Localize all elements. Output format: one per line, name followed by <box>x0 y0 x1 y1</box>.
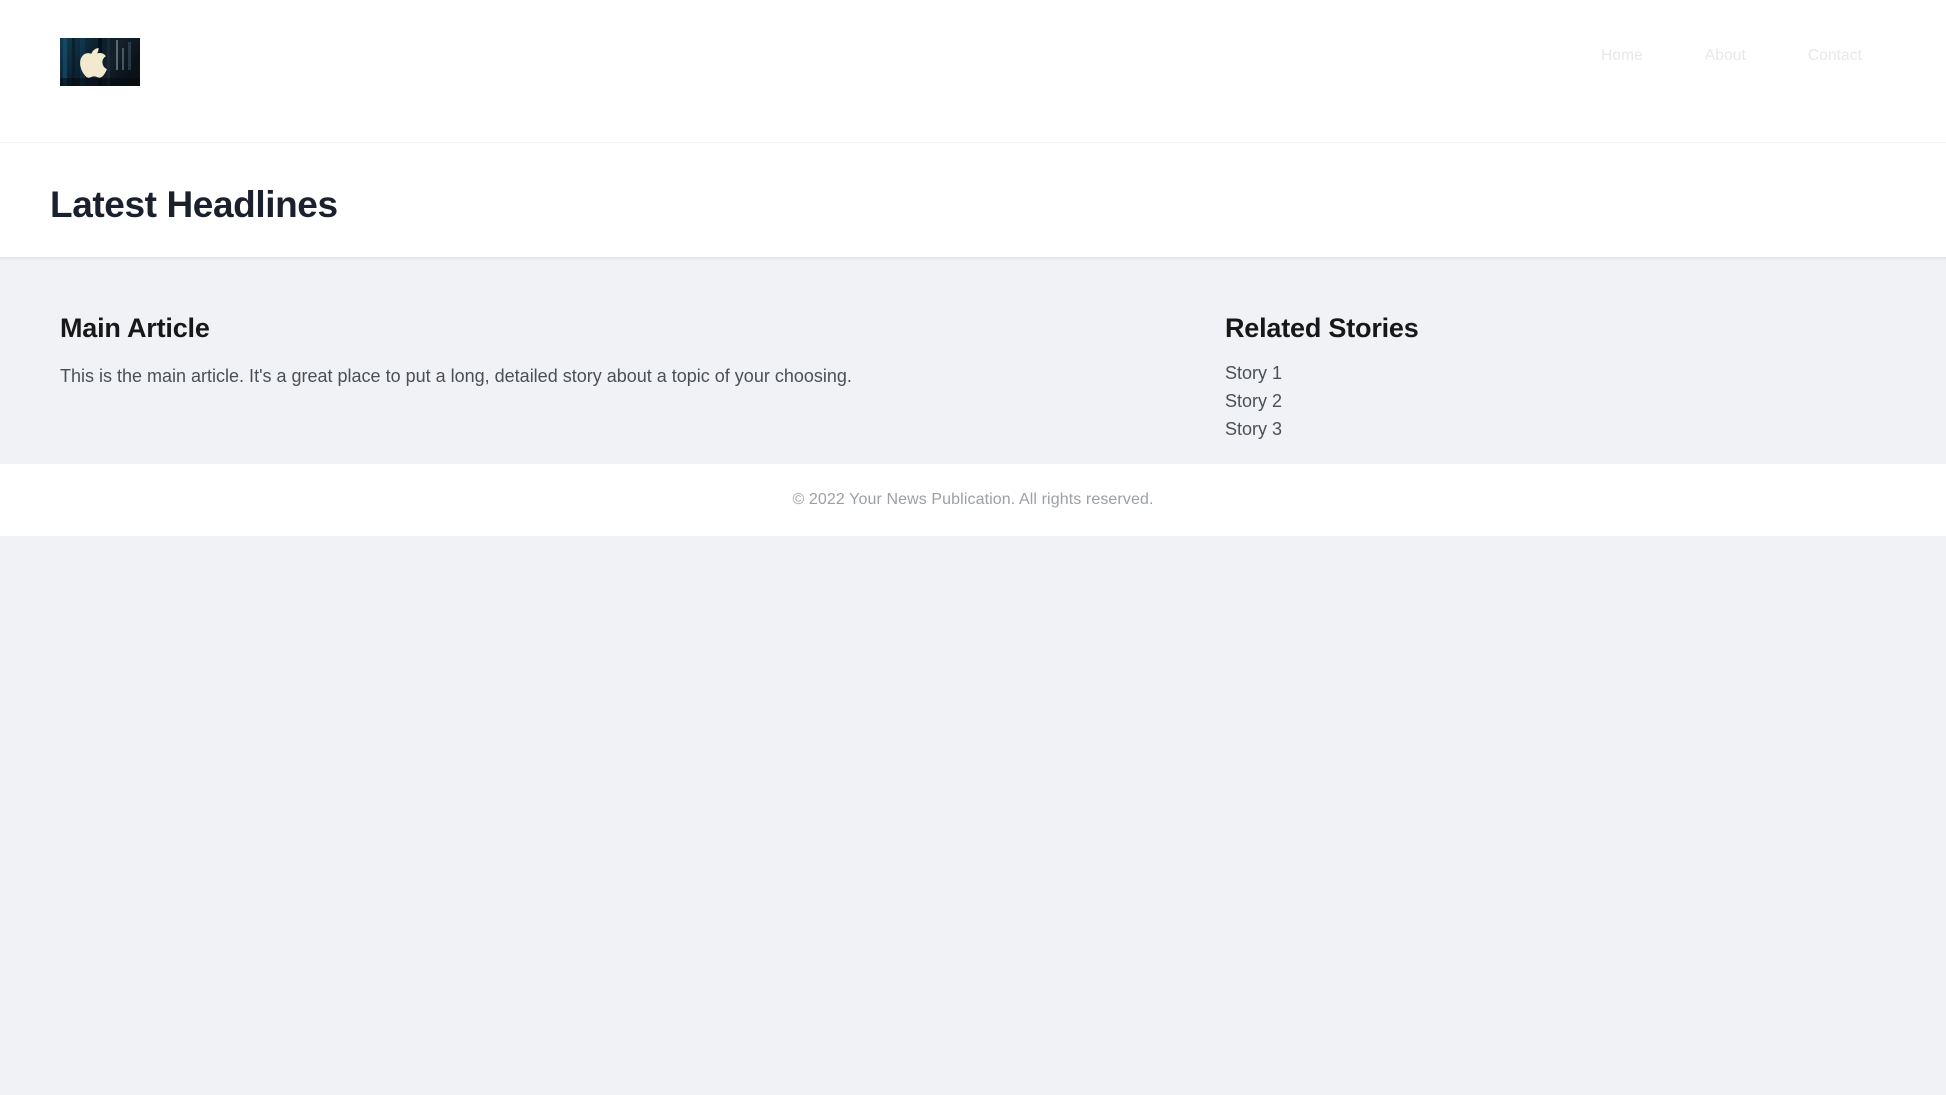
main-article-body: This is the main article. It's a great p… <box>60 366 852 387</box>
related-story-link-1[interactable]: Story 1 <box>1225 363 1282 383</box>
related-story-link-2[interactable]: Story 2 <box>1225 391 1282 411</box>
main-article-title: Main Article <box>60 313 210 343</box>
headline-band: Latest Headlines <box>0 143 1946 257</box>
list-item: Story 3 <box>1225 416 1886 444</box>
footer-copyright: © 2022 Your News Publication. All rights… <box>792 491 1154 508</box>
related-stories-title: Related Stories <box>1225 313 1419 343</box>
list-item: Story 2 <box>1225 388 1886 416</box>
site-logo-link[interactable] <box>60 38 140 86</box>
site-header: Home About Contact <box>0 0 1946 143</box>
content-inner: Main Article This is the main article. I… <box>0 257 1946 444</box>
apple-logo-icon <box>60 38 140 86</box>
page-root: Home About Contact Latest Headlines Main… <box>0 0 1946 1095</box>
main-navigation: Home About Contact <box>1601 48 1862 64</box>
nav-link-home[interactable]: Home <box>1601 48 1643 64</box>
content-area: Main Article This is the main article. I… <box>0 257 1946 464</box>
nav-link-contact[interactable]: Contact <box>1808 48 1862 64</box>
page-background-filler <box>0 536 1946 1095</box>
list-item: Story 1 <box>1225 360 1886 388</box>
related-story-link-3[interactable]: Story 3 <box>1225 419 1282 439</box>
related-stories-list: Story 1 Story 2 Story 3 <box>1225 360 1886 444</box>
main-article: Main Article This is the main article. I… <box>60 313 1185 391</box>
nav-link-about[interactable]: About <box>1705 48 1746 64</box>
page-title: Latest Headlines <box>50 184 338 225</box>
site-footer: © 2022 Your News Publication. All rights… <box>0 464 1946 536</box>
related-stories-sidebar: Related Stories Story 1 Story 2 Story 3 <box>1185 313 1886 444</box>
